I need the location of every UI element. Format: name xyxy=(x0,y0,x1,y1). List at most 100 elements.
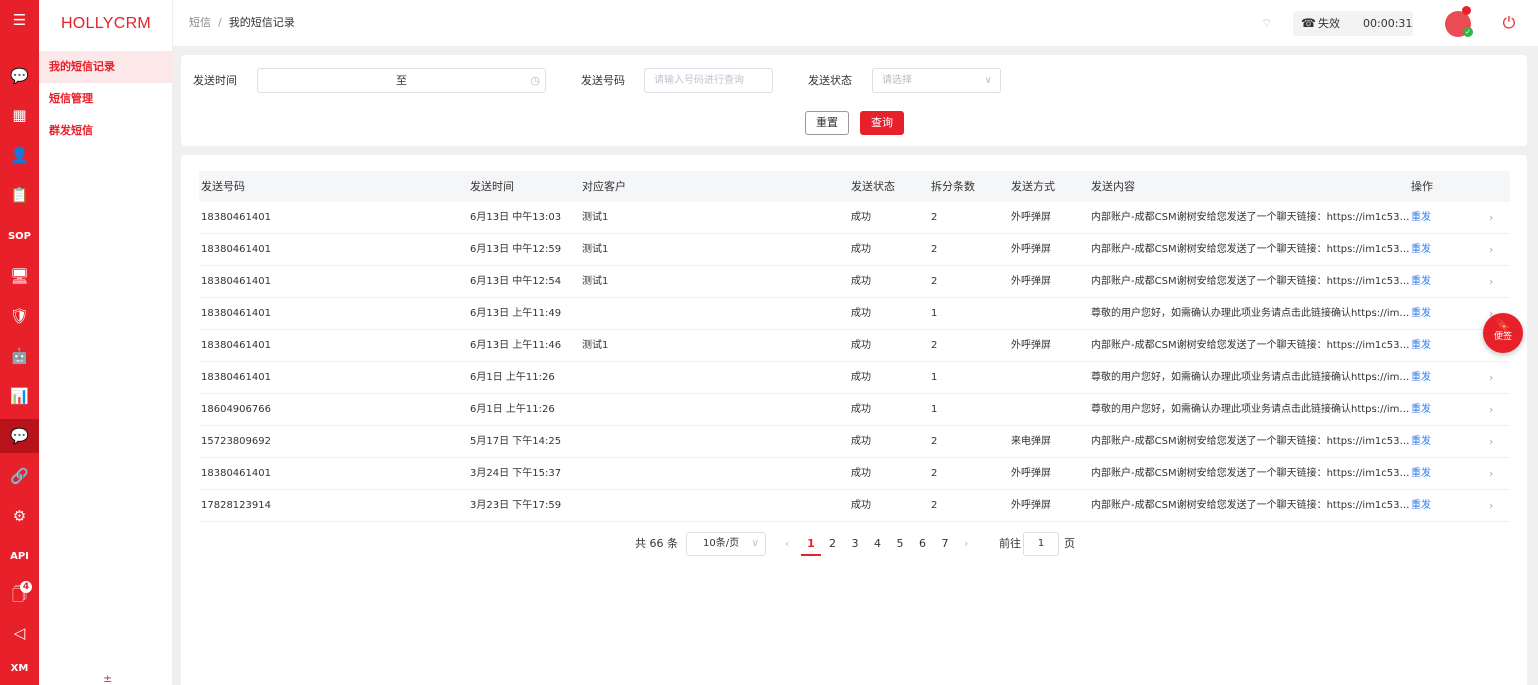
send-number-input[interactable] xyxy=(654,69,772,92)
goto-label: 前往 xyxy=(999,537,1021,550)
sticky-note-button[interactable]: 🔖 便签 xyxy=(1483,313,1523,353)
cell-parts: 2 xyxy=(931,340,938,351)
rail-megaphone-icon[interactable]: ◁ xyxy=(0,616,39,650)
icon-rail: ☰ 💬 ▦ 👤 📋 SOP 🖥 🛡 🤖 📊 💬 🔗 ⚙ API 🗍 4 ◁ XM xyxy=(0,0,39,685)
chevron-right-icon[interactable]: › xyxy=(1489,202,1493,233)
table-row[interactable]: 18380461401 6月13日 中午12:54 测试1 成功 2 外呼弹屏 内部账户-成… xyxy=(199,266,1510,298)
vertical-scrollbar[interactable] xyxy=(1527,47,1538,685)
rail-api-icon[interactable]: API xyxy=(0,539,39,573)
cell-status: 成功 xyxy=(851,212,871,223)
table-row[interactable]: 18380461401 6月1日 上午11:26 成功 1 尊敬的用户您好，如需确认办理… xyxy=(199,362,1510,394)
cell-parts: 2 xyxy=(931,276,938,287)
resend-link[interactable]: 重发 xyxy=(1411,458,1431,489)
chevron-right-icon[interactable]: › xyxy=(1489,490,1493,521)
rail-menu-icon[interactable]: ☰ xyxy=(0,3,39,37)
cell-method: 外呼弹屏 xyxy=(1011,340,1051,351)
cell-content: 内部账户-成都CSM谢树安给您发送了一个聊天链接：https://im1c536… xyxy=(1091,244,1411,255)
rail-chat-icon[interactable]: 💬 xyxy=(0,59,39,93)
cell-number: 18380461401 xyxy=(201,276,271,287)
table-row[interactable]: 18380461401 6月13日 中午13:03 测试1 成功 2 外呼弹屏 内部账户-成… xyxy=(199,202,1510,234)
rail-sms-icon[interactable]: 💬 xyxy=(0,419,39,453)
page-number-2[interactable]: 2 xyxy=(824,532,842,556)
cell-time: 6月13日 上午11:46 xyxy=(470,340,562,351)
page-number-4[interactable]: 4 xyxy=(869,532,887,556)
page-number-3[interactable]: 3 xyxy=(846,532,864,556)
rail-bar-chart-icon[interactable]: 📊 xyxy=(0,379,39,413)
cell-time: 3月23日 下午17:59 xyxy=(470,500,562,511)
send-status-placeholder: 请选择 xyxy=(882,75,912,86)
table-row[interactable]: 18604906766 6月1日 上午11:26 成功 1 尊敬的用户您好，如需确认办理… xyxy=(199,394,1510,426)
resend-link[interactable]: 重发 xyxy=(1411,266,1431,297)
chevron-right-icon[interactable]: › xyxy=(1489,394,1493,425)
org-chart-icon: 🔗 xyxy=(10,467,29,485)
power-icon[interactable]: ⏻ xyxy=(1499,13,1519,33)
table-row[interactable]: 17828123914 3月23日 下午17:59 成功 2 外呼弹屏 内部账户-成都CS… xyxy=(199,490,1510,522)
cell-number: 15723809692 xyxy=(201,436,271,447)
cell-status: 成功 xyxy=(851,276,871,287)
sms-records-table: 发送号码 发送时间 对应客户 发送状态 拆分条数 发送方式 发送内容 操作 18… xyxy=(181,155,1527,685)
send-status-select[interactable]: 请选择 ∨ xyxy=(872,68,1001,93)
rail-shield-icon[interactable]: 🛡 xyxy=(0,299,39,333)
goto-page-input[interactable]: 1 xyxy=(1023,532,1059,556)
send-number-field[interactable] xyxy=(644,68,773,93)
chevron-right-icon[interactable]: › xyxy=(1489,266,1493,297)
rail-org-chart-icon[interactable]: 🔗 xyxy=(0,459,39,493)
menu-item-my-sms-records[interactable]: 我的短信记录 xyxy=(39,51,173,83)
rail-sop-icon[interactable]: SOP xyxy=(0,219,39,253)
cell-method: 外呼弹屏 xyxy=(1011,468,1051,479)
page-size-value: 10条/页 xyxy=(703,538,740,549)
cell-number: 18380461401 xyxy=(201,244,271,255)
menu-collapse-icon[interactable]: ± xyxy=(103,672,112,685)
resend-link[interactable]: 重发 xyxy=(1411,490,1431,521)
resend-link[interactable]: 重发 xyxy=(1411,202,1431,233)
rail-settings-icon[interactable]: ⚙ xyxy=(0,499,39,533)
resend-link[interactable]: 重发 xyxy=(1411,330,1431,361)
page-size-select[interactable]: 10条/页 ∨ xyxy=(686,532,766,556)
resend-link[interactable]: 重发 xyxy=(1411,394,1431,425)
page-number-1[interactable]: 1 xyxy=(801,532,821,556)
breadcrumb-item-sms[interactable]: 短信 xyxy=(189,16,211,29)
send-time-range-picker[interactable]: 至 ◷ xyxy=(257,68,546,93)
resend-link[interactable]: 重发 xyxy=(1411,234,1431,265)
page-number-6[interactable]: 6 xyxy=(914,532,932,556)
rail-notification-icon[interactable]: 🗍 4 xyxy=(0,579,39,613)
chat-icon: 💬 xyxy=(10,67,29,85)
rail-clipboard-icon[interactable]: 📋 xyxy=(0,178,39,212)
chevron-down-icon: ∨ xyxy=(751,538,759,549)
cell-parts: 1 xyxy=(931,372,938,383)
chevron-right-icon[interactable]: › xyxy=(1489,234,1493,265)
table-row[interactable]: 18380461401 6月13日 中午12:59 测试1 成功 2 外呼弹屏 内部账户-成… xyxy=(199,234,1510,266)
prev-page-icon[interactable]: ‹ xyxy=(785,532,789,556)
menu-item-sms-management[interactable]: 短信管理 xyxy=(39,83,173,115)
reset-button[interactable]: 重置 xyxy=(805,111,849,135)
resend-link[interactable]: 重发 xyxy=(1411,426,1431,457)
rail-xm-icon[interactable]: XM xyxy=(0,651,39,685)
rail-monitor-icon[interactable]: 🖥 xyxy=(0,259,39,293)
cell-time: 6月13日 中午13:03 xyxy=(470,212,562,223)
menu-item-bulk-sms[interactable]: 群发短信 xyxy=(39,115,173,147)
next-page-icon[interactable]: › xyxy=(964,532,968,556)
chevron-right-icon[interactable]: › xyxy=(1489,362,1493,393)
query-button[interactable]: 查询 xyxy=(860,111,904,135)
chevron-right-icon[interactable]: › xyxy=(1489,426,1493,457)
table-row[interactable]: 18380461401 6月13日 上午11:49 成功 1 尊敬的用户您好，如需确认办… xyxy=(199,298,1510,330)
resend-link[interactable]: 重发 xyxy=(1411,298,1431,329)
phone-status-box[interactable]: ☎ 失效 00:00:31 xyxy=(1293,11,1413,36)
column-header-time: 发送时间 xyxy=(470,180,514,193)
table-row[interactable]: 15723809692 5月17日 下午14:25 成功 2 来电弹屏 内部账户-成都CS… xyxy=(199,426,1510,458)
cell-method: 外呼弹屏 xyxy=(1011,244,1051,255)
table-row[interactable]: 18380461401 3月24日 下午15:37 成功 2 外呼弹屏 内部账户-成都CS… xyxy=(199,458,1510,490)
cell-content: 尊敬的用户您好，如需确认办理此项业务请点击此链接确认https://im3f..… xyxy=(1091,404,1411,415)
rail-grid-icon[interactable]: ▦ xyxy=(0,98,39,132)
chevron-right-icon[interactable]: › xyxy=(1489,458,1493,489)
page-number-7[interactable]: 7 xyxy=(936,532,954,556)
rail-user-icon[interactable]: 👤 xyxy=(0,138,39,172)
resend-link[interactable]: 重发 xyxy=(1411,362,1431,393)
table-row[interactable]: 18380461401 6月13日 上午11:46 测试1 成功 2 外呼弹屏 内部账户-成… xyxy=(199,330,1510,362)
api-icon: API xyxy=(10,550,29,562)
send-time-label: 发送时间 xyxy=(193,74,237,87)
rail-robot-icon[interactable]: 🤖 xyxy=(0,339,39,373)
cell-time: 6月13日 中午12:59 xyxy=(470,244,562,255)
page-number-5[interactable]: 5 xyxy=(891,532,909,556)
cell-status: 成功 xyxy=(851,404,871,415)
